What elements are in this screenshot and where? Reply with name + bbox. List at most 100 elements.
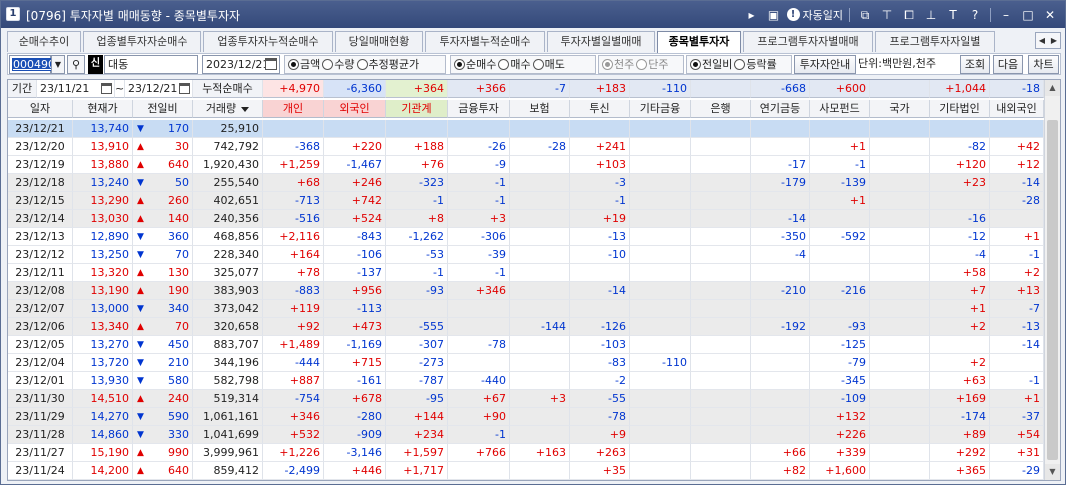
col-header-bank[interactable]: 은행 (691, 100, 751, 118)
radio-prev-day[interactable]: 전일비 (690, 56, 732, 73)
col-header-change[interactable]: 전일비 (133, 100, 193, 118)
auto-log-button[interactable]: ! 자동일지 (786, 7, 843, 23)
table-row[interactable]: 23/12/13 12,890 ▼ 360 468,856 +2,116 -843 -1,26… (8, 228, 1044, 246)
tab-program-daily[interactable]: 프로그램투자자일별 (875, 31, 995, 52)
table-row[interactable]: 23/11/27 15,190 ▲ 990 3,999,961 +1,226 -3,146 +… (8, 444, 1044, 462)
calendar-icon[interactable] (101, 83, 112, 94)
radio-net-buy[interactable]: 순매수 (454, 56, 496, 73)
col-header-other-finance[interactable]: 기타금융 (630, 100, 691, 118)
cell-government (870, 120, 930, 138)
table-row[interactable]: 23/12/06 13,340 ▲ 70 320,658 +92 +473 -555 -144-… (8, 318, 1044, 336)
period-end-field[interactable]: 23/12/21 (125, 80, 193, 98)
scroll-down-icon[interactable]: ▼ (1045, 464, 1060, 480)
col-header-other-corp[interactable]: 기타법인 (930, 100, 990, 118)
col-header-date[interactable]: 일자 (8, 100, 73, 118)
next-button[interactable]: 다음 (993, 55, 1023, 74)
query-button[interactable]: 조회 (960, 55, 990, 74)
col-header-trust[interactable]: 투신 (570, 100, 630, 118)
help-icon[interactable]: ? (966, 6, 984, 24)
code-dropdown-icon[interactable]: ▼ (51, 55, 65, 74)
vertical-scrollbar[interactable]: ▲ ▼ (1044, 80, 1060, 480)
table-row[interactable]: 23/12/14 13,030 ▲ 140 240,356 -516 +524 +8 +3 +19… (8, 210, 1044, 228)
cell-bank (691, 246, 751, 264)
col-header-government[interactable]: 국가 (870, 100, 930, 118)
cell-domestic-foreigner: +31 (990, 444, 1044, 462)
calendar-icon[interactable] (179, 83, 190, 94)
tab-net-buy-trend[interactable]: 순매수추이 (7, 31, 81, 52)
search-icon[interactable]: ⚲ (67, 55, 85, 74)
stock-code-input[interactable]: 000490 (9, 55, 56, 74)
col-header-institution[interactable]: 기관계 (386, 100, 448, 118)
sort-dropdown-icon[interactable] (241, 106, 250, 112)
cell-change: ▲ 240 (133, 390, 193, 408)
table-row[interactable]: 23/11/24 14,200 ▲ 640 859,412 -2,499 +446 +1,71… (8, 462, 1044, 480)
table-row[interactable]: 23/12/21 13,740 ▼ 170 25,910 (8, 120, 1044, 138)
restore-icon[interactable]: ⧠ (900, 6, 918, 24)
scroll-up-icon[interactable]: ▲ (1045, 80, 1060, 96)
radio-quantity[interactable]: 수량 (322, 56, 355, 73)
table-row[interactable]: 23/11/29 14,270 ▼ 590 1,061,161 +346 -280 +144 +… (8, 408, 1044, 426)
date-field[interactable]: 2023/12/21 (202, 55, 280, 74)
radio-single-shares[interactable]: 단주 (636, 56, 669, 73)
calendar-icon[interactable] (265, 58, 277, 70)
window-number[interactable]: 1 (6, 7, 20, 21)
tab-investor-daily[interactable]: 투자자별일별매매 (547, 31, 655, 52)
col-header-pension[interactable]: 연기금등 (751, 100, 810, 118)
tab-stock-investor[interactable]: 종목별투자자 (657, 31, 741, 53)
period-start-field[interactable]: 23/11/21 (37, 80, 115, 98)
scroll-thumb[interactable] (1047, 120, 1058, 460)
col-header-insurance[interactable]: 보험 (510, 100, 570, 118)
play-icon[interactable]: ▸ (743, 6, 761, 24)
radio-thousand-shares[interactable]: 천주 (602, 56, 634, 73)
table-row[interactable]: 23/11/30 14,510 ▲ 240 519,314 -754 +678 -95 +67 +… (8, 390, 1044, 408)
table-row[interactable]: 23/12/04 13,720 ▼ 210 344,196 -444 +715 -273 -83… (8, 354, 1044, 372)
tab-prev-icon[interactable]: ◀ (1036, 33, 1048, 48)
sum-institution: +364 (386, 80, 448, 98)
table-row[interactable]: 23/12/19 13,880 ▲ 640 1,920,430 +1,259 -1,467 +… (8, 156, 1044, 174)
table-row[interactable]: 23/12/20 13,910 ▲ 30 742,792 -368 +220 +188 -26-… (8, 138, 1044, 156)
col-header-volume[interactable]: 거래량 (193, 100, 263, 118)
tab-next-icon[interactable]: ▶ (1048, 33, 1060, 48)
table-row[interactable]: 23/12/08 13,190 ▲ 190 383,903 -883 +956 -93 +346… (8, 282, 1044, 300)
table-row[interactable]: 23/12/11 13,320 ▲ 130 325,077 +78 -137 -1 -1 +58 +… (8, 264, 1044, 282)
radio-avg-price[interactable]: 추정평균가 (356, 56, 419, 73)
table-row[interactable]: 23/12/12 13,250 ▼ 70 228,340 +164 -106 -53 -39 -1… (8, 246, 1044, 264)
table-row[interactable]: 23/12/18 13,240 ▼ 50 255,540 +68 +246 -323 -1 -3 -… (8, 174, 1044, 192)
tab-investor-cumulative[interactable]: 투자자별누적순매수 (425, 31, 545, 52)
radio-amount[interactable]: 금액 (288, 56, 320, 73)
keep-top-icon[interactable]: ⊥ (922, 6, 940, 24)
tab-sector-cumulative[interactable]: 업종투자자누적순매수 (203, 31, 333, 52)
cell-individual: +1,259 (263, 156, 324, 174)
radio-sell[interactable]: 매도 (532, 56, 565, 73)
chart-button[interactable]: 차트 (1028, 55, 1059, 74)
tab-daily-trading[interactable]: 당일매매현황 (335, 31, 423, 52)
close-icon[interactable]: ✕ (1041, 6, 1059, 24)
tab-program-investor[interactable]: 프로그램투자자별매매 (743, 31, 873, 52)
radio-change-rate[interactable]: 등락률 (734, 56, 777, 73)
table-row[interactable]: 23/12/15 13,290 ▲ 260 402,651 -713 +742 -1 -1 -1 +… (8, 192, 1044, 210)
cell-other-finance (630, 300, 691, 318)
cell-other-finance (630, 156, 691, 174)
stock-name-field[interactable]: 대동 (104, 55, 198, 74)
cell-trust: -83 (570, 354, 630, 372)
radio-buy[interactable]: 매수 (498, 56, 531, 73)
col-header-financial-investment[interactable]: 금융투자 (448, 100, 510, 118)
col-header-foreign[interactable]: 외국인 (324, 100, 386, 118)
col-header-price[interactable]: 현재가 (73, 100, 133, 118)
font-icon[interactable]: T (944, 6, 962, 24)
col-header-individual[interactable]: 개인 (263, 100, 324, 118)
minimize-icon[interactable]: – (997, 6, 1015, 24)
table-row[interactable]: 23/12/07 13,000 ▼ 340 373,042 +119 -113 +1 -7 (8, 300, 1044, 318)
window-icon[interactable]: ▣ (765, 6, 783, 24)
pin-icon[interactable]: ⊤ (878, 6, 896, 24)
table-row[interactable]: 23/11/28 14,860 ▼ 330 1,041,699 +532 -909 +234-… (8, 426, 1044, 444)
cell-government (870, 174, 930, 192)
maximize-icon[interactable]: □ (1019, 6, 1037, 24)
investor-guide-button[interactable]: 투자자안내 (794, 55, 856, 74)
col-header-domestic-foreigner[interactable]: 내외국인 (990, 100, 1044, 118)
table-row[interactable]: 23/12/01 13,930 ▼ 580 582,798 +887 -161 -787 -44… (8, 372, 1044, 390)
tab-sector-investor[interactable]: 업종별투자자순매수 (83, 31, 201, 52)
col-header-private-equity[interactable]: 사모펀드 (810, 100, 870, 118)
table-row[interactable]: 23/12/05 13,270 ▼ 450 883,707 +1,489 -1,169 -30… (8, 336, 1044, 354)
link-icon[interactable]: ⧉ (856, 6, 874, 24)
